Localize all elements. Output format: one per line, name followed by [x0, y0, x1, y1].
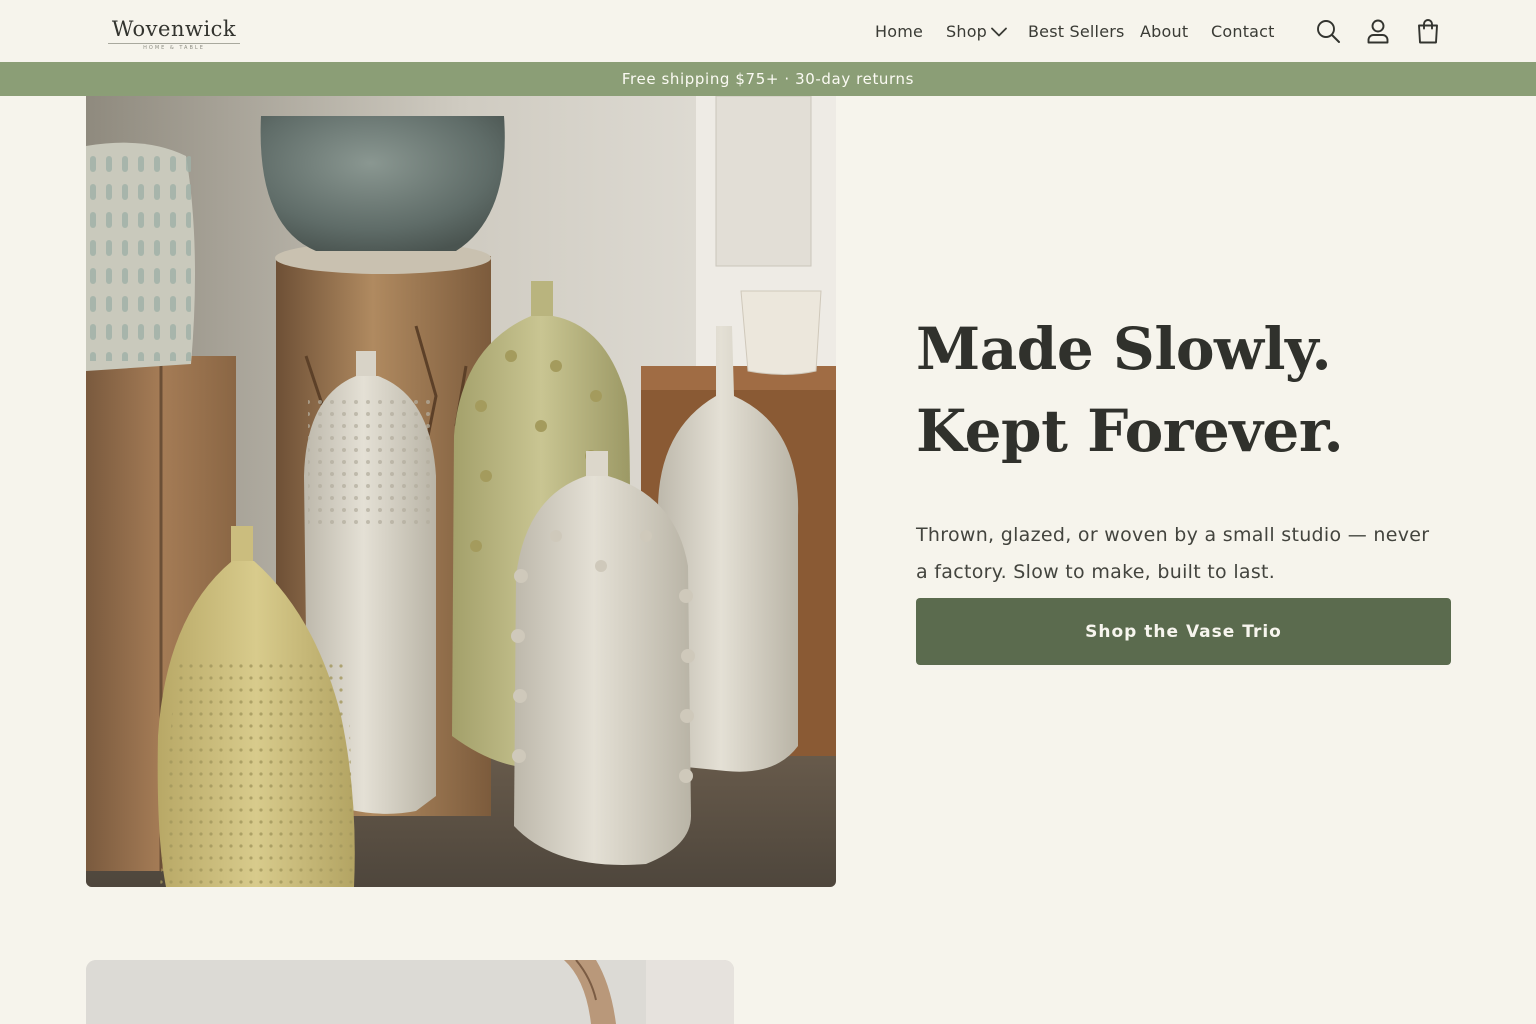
announcement-bar: Free shipping $75+ · 30-day returns	[0, 62, 1536, 96]
hero-headline-line-1: Made Slowly.	[916, 315, 1332, 383]
account-icon[interactable]	[1365, 18, 1391, 44]
nav-item-best-sellers[interactable]: Best Sellers	[1028, 21, 1125, 43]
nav-item-shop-label: Shop	[946, 22, 988, 41]
hero-headline: Made Slowly. Kept Forever.	[916, 308, 1476, 472]
hero-headline-line-2: Kept Forever.	[916, 397, 1344, 465]
brand-tagline: HOME & TABLE	[108, 43, 240, 51]
nav-item-about[interactable]: About	[1140, 21, 1188, 43]
brand-logo[interactable]: Wovenwick HOME & TABLE	[108, 16, 240, 51]
collection-card-image	[86, 960, 734, 1024]
nav-item-shop[interactable]: Shop	[946, 21, 1007, 43]
search-icon[interactable]	[1315, 18, 1341, 44]
hero-subcopy: Thrown, glazed, or woven by a small stud…	[916, 524, 1430, 583]
nav-item-contact[interactable]: Contact	[1211, 21, 1275, 43]
chevron-down-icon	[991, 27, 1007, 37]
shop-vase-trio-button[interactable]: Shop the Vase Trio	[916, 598, 1451, 665]
site-header: Wovenwick HOME & TABLE Home Shop Best Se…	[0, 0, 1536, 62]
cart-icon[interactable]	[1415, 18, 1441, 44]
nav-item-home[interactable]: Home	[875, 21, 923, 43]
hero-image	[86, 96, 836, 887]
brand-name: Wovenwick	[111, 17, 237, 41]
